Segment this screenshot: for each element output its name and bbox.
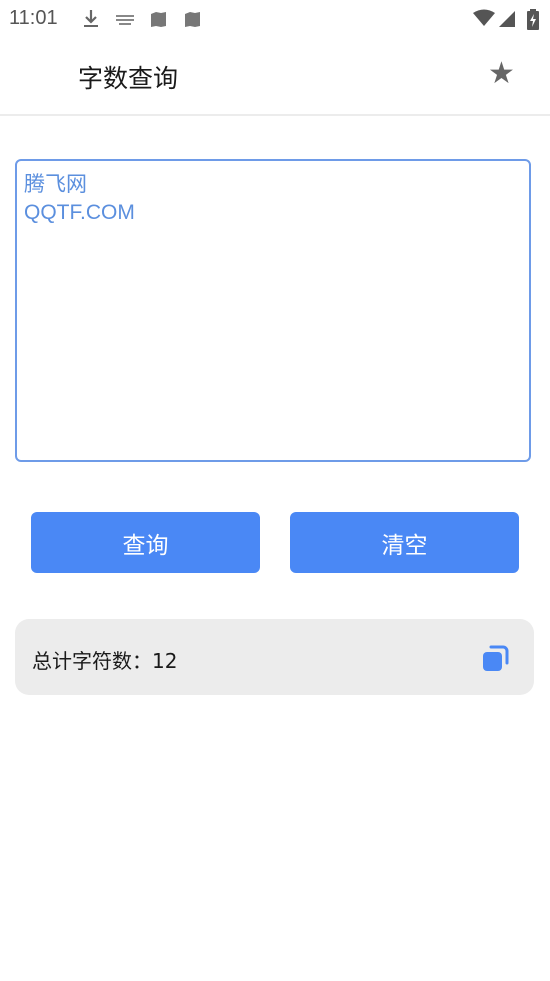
result-label: 总计字符数： (32, 649, 152, 673)
book-icon (185, 12, 200, 27)
battery-charging-icon (527, 9, 539, 30)
app-bar: 字数查询 ★ (0, 38, 550, 116)
download-icon (84, 10, 98, 27)
clear-button[interactable]: 清空 (290, 512, 519, 573)
page-title: 字数查询 (78, 64, 179, 93)
status-bar: 11:01 (0, 0, 550, 38)
status-time: 11:01 (9, 7, 58, 29)
text-input[interactable]: 腾飞网 QQTF.COM (15, 159, 531, 462)
query-button[interactable]: 查询 (31, 512, 260, 573)
char-count: 12 (152, 649, 178, 673)
result-text: 总计字符数：12 (32, 645, 177, 674)
result-card: 总计字符数：12 (15, 619, 534, 695)
wifi-icon (473, 9, 495, 26)
copy-icon[interactable] (481, 643, 511, 673)
signal-icon (499, 11, 515, 27)
book-icon (151, 12, 166, 27)
keyboard-icon (116, 15, 134, 25)
star-icon[interactable]: ★ (488, 56, 515, 91)
